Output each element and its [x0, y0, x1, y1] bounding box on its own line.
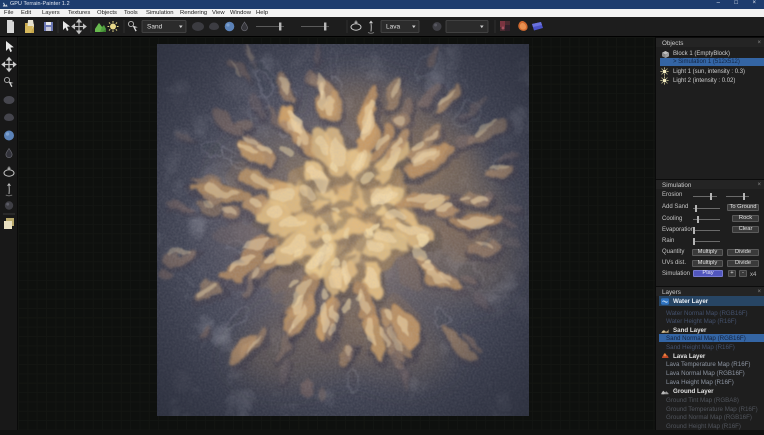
svg-text:Sand: Sand: [147, 24, 163, 31]
svg-text:Lava: Lava: [386, 24, 400, 31]
